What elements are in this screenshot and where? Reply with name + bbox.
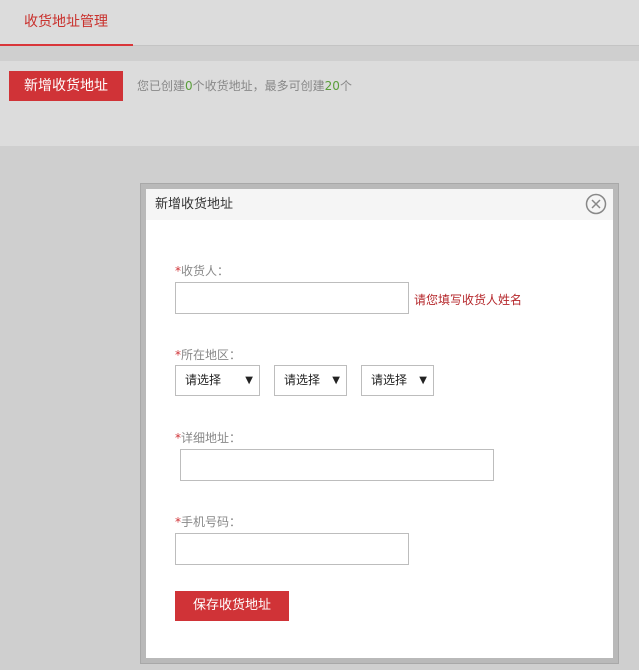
add-address-dialog: 新增收货地址 *收货人： 请您填写收货人姓名 *所在地区： 请选择 ▼ 请选择 …	[146, 189, 613, 658]
modal-title: 新增收货地址	[155, 197, 234, 212]
phone-label-text: 手机号码：	[181, 515, 242, 529]
created-count: 0	[185, 79, 193, 93]
receiver-label: *收货人：	[175, 262, 229, 279]
modal-header: 新增收货地址	[146, 189, 613, 220]
toolbar: 新增收货地址 您已创建0个收货地址，最多可创建20个	[0, 61, 639, 146]
count-suffix: 个	[339, 79, 352, 93]
address-input[interactable]	[180, 449, 494, 481]
receiver-label-text: 收货人：	[181, 264, 230, 278]
tab-address-management[interactable]: 收货地址管理	[0, 0, 133, 46]
receiver-error-tip: 请您填写收货人姓名	[414, 293, 523, 307]
region-label: *所在地区：	[175, 346, 241, 363]
count-middle: 个收货地址，最多可创建	[192, 79, 325, 93]
city-select[interactable]: 请选择 ▼	[274, 365, 347, 396]
province-select[interactable]: 请选择 ▼	[175, 365, 260, 396]
address-count-text: 您已创建0个收货地址，最多可创建20个	[137, 77, 352, 94]
district-select-value: 请选择	[371, 373, 408, 387]
dropdown-arrow-icon: ▼	[332, 375, 340, 386]
dropdown-arrow-icon: ▼	[245, 375, 253, 386]
province-select-value: 请选择	[185, 373, 222, 387]
address-label-text: 详细地址：	[181, 431, 242, 445]
receiver-input[interactable]	[175, 282, 409, 314]
dropdown-arrow-icon: ▼	[419, 375, 427, 386]
phone-input[interactable]	[175, 533, 409, 565]
close-icon[interactable]	[585, 193, 607, 215]
save-address-button[interactable]: 保存收货地址	[175, 591, 289, 621]
add-address-button[interactable]: 新增收货地址	[9, 71, 123, 101]
phone-label: *手机号码：	[175, 513, 241, 530]
address-label: *详细地址：	[175, 429, 241, 446]
max-count: 20	[324, 79, 340, 93]
city-select-value: 请选择	[284, 373, 321, 387]
count-prefix: 您已创建	[137, 79, 186, 93]
region-label-text: 所在地区：	[181, 348, 242, 362]
modal-frame: 新增收货地址 *收货人： 请您填写收货人姓名 *所在地区： 请选择 ▼ 请选择 …	[140, 183, 619, 664]
tab-bar: 收货地址管理	[0, 0, 639, 46]
district-select[interactable]: 请选择 ▼	[361, 365, 434, 396]
